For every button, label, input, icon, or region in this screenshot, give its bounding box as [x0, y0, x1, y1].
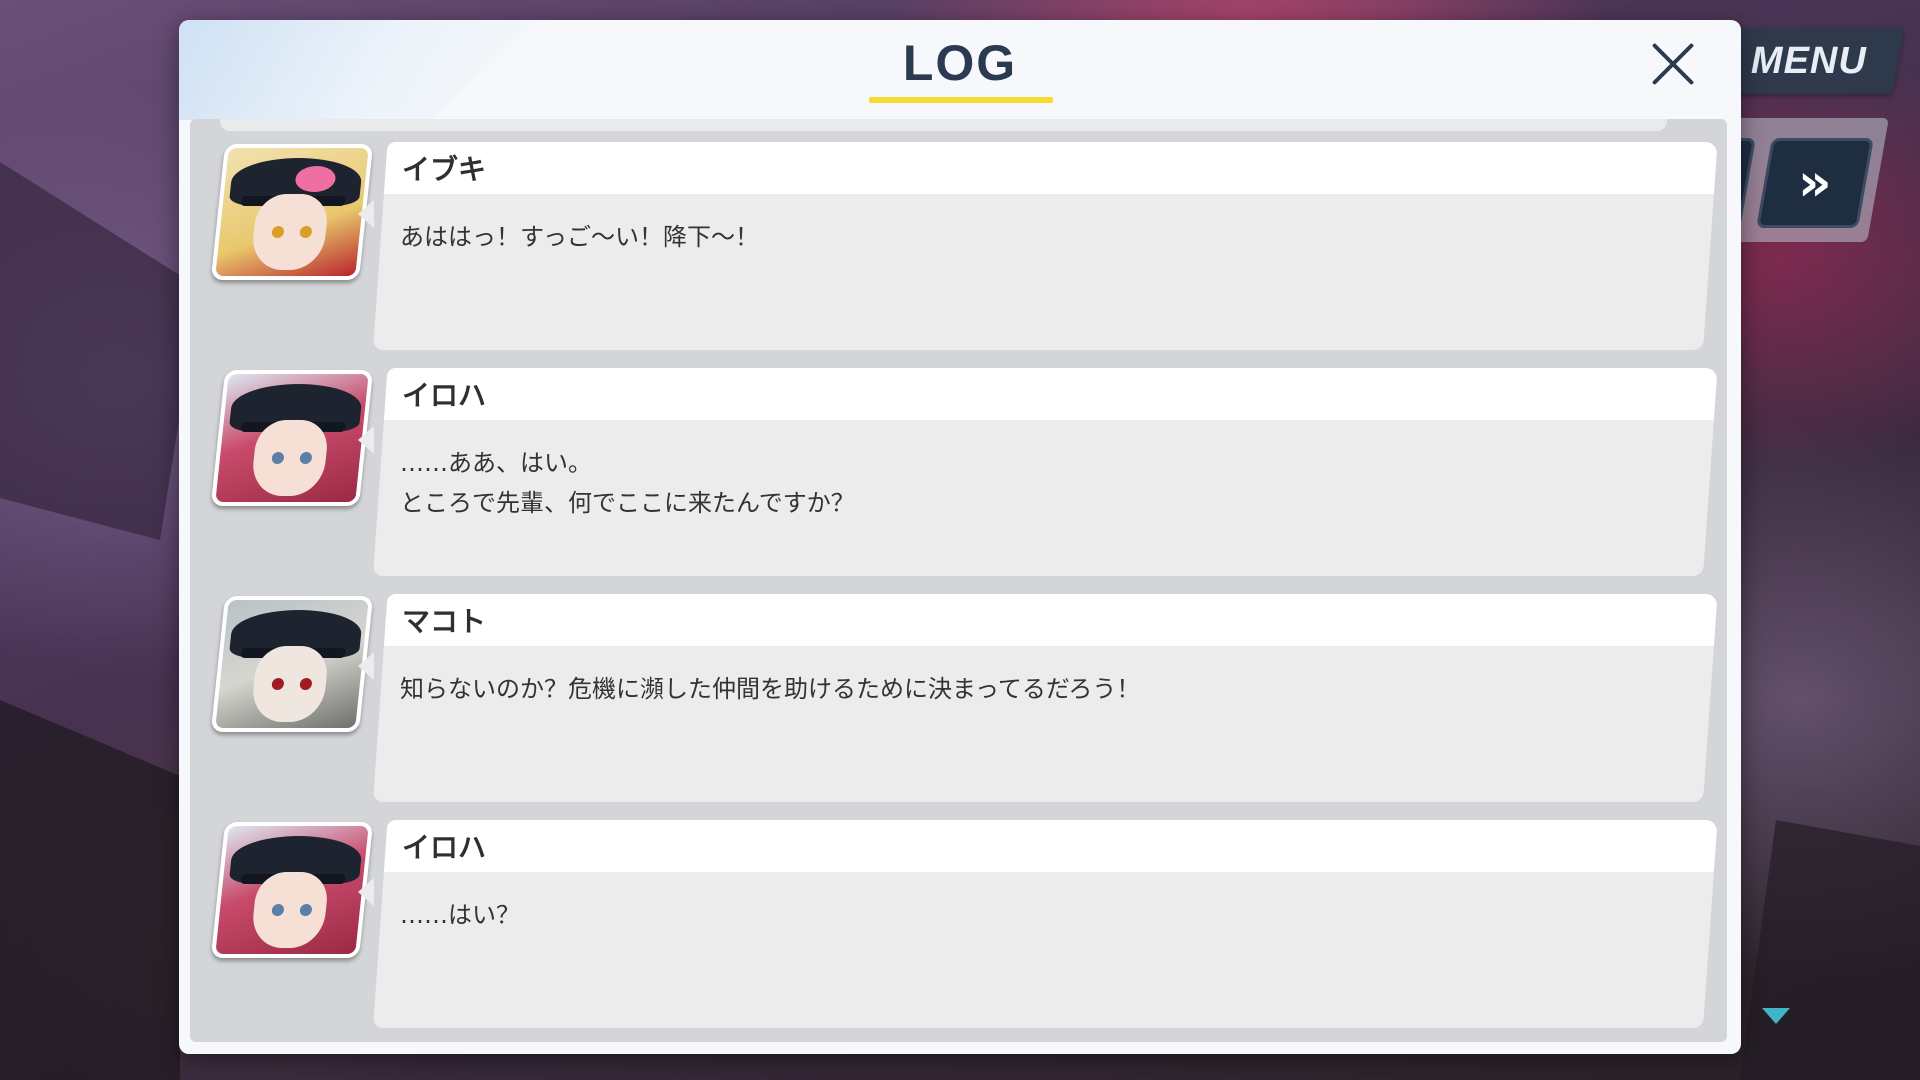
speaker-name: イロハ: [402, 831, 487, 864]
dialogue-line: ところで先輩、何でここに来たんですか？: [400, 489, 855, 517]
avatar: [210, 144, 374, 280]
avatar: [210, 370, 374, 506]
log-header: LOG: [179, 20, 1741, 110]
log-title: LOG: [902, 35, 1018, 91]
menu-label: MENU: [1751, 39, 1867, 82]
scroll-down-arrow-icon[interactable]: [1762, 1008, 1790, 1024]
speech-bubble: [373, 820, 1718, 1028]
log-entry: イロハ ……はい？: [190, 812, 1727, 1028]
dialogue-line: あははっ！すっご〜い！降下〜！: [400, 223, 760, 251]
log-list[interactable]: イブキ あははっ！すっご〜い！降下〜！ イロハ ……ああ、はい。 ところで先輩、…: [190, 119, 1727, 1042]
speaker-name: イロハ: [402, 379, 487, 412]
avatar: [210, 822, 374, 958]
speaker-name: マコト: [402, 605, 487, 638]
log-entry: イブキ あははっ！すっご〜い！降下〜！: [190, 134, 1727, 350]
menu-button[interactable]: MENU: [1714, 28, 1904, 94]
dialogue-line: 知らないのか？危機に瀕した仲間を助けるために決まってるだろう！: [400, 675, 1141, 703]
avatar: [210, 596, 374, 732]
dialogue-line: ……はい？: [400, 901, 520, 929]
log-entry: マコト 知らないのか？危機に瀕した仲間を助けるために決まってるだろう！: [190, 586, 1727, 802]
speaker-name: イブキ: [402, 153, 487, 186]
log-entry: イロハ ……ああ、はい。 ところで先輩、何でここに来たんですか？: [190, 360, 1727, 576]
fast-forward-icon: »: [1798, 153, 1832, 213]
log-panel: LOG イブキ あははっ！すっご〜い！降下〜！ イロハ ……ああ、はい。 ところ…: [179, 20, 1741, 1054]
fast-forward-button[interactable]: »: [1756, 138, 1874, 228]
title-underline: [869, 97, 1053, 103]
dialogue-line: ……ああ、はい。: [400, 449, 592, 477]
close-icon[interactable]: [1645, 36, 1701, 92]
